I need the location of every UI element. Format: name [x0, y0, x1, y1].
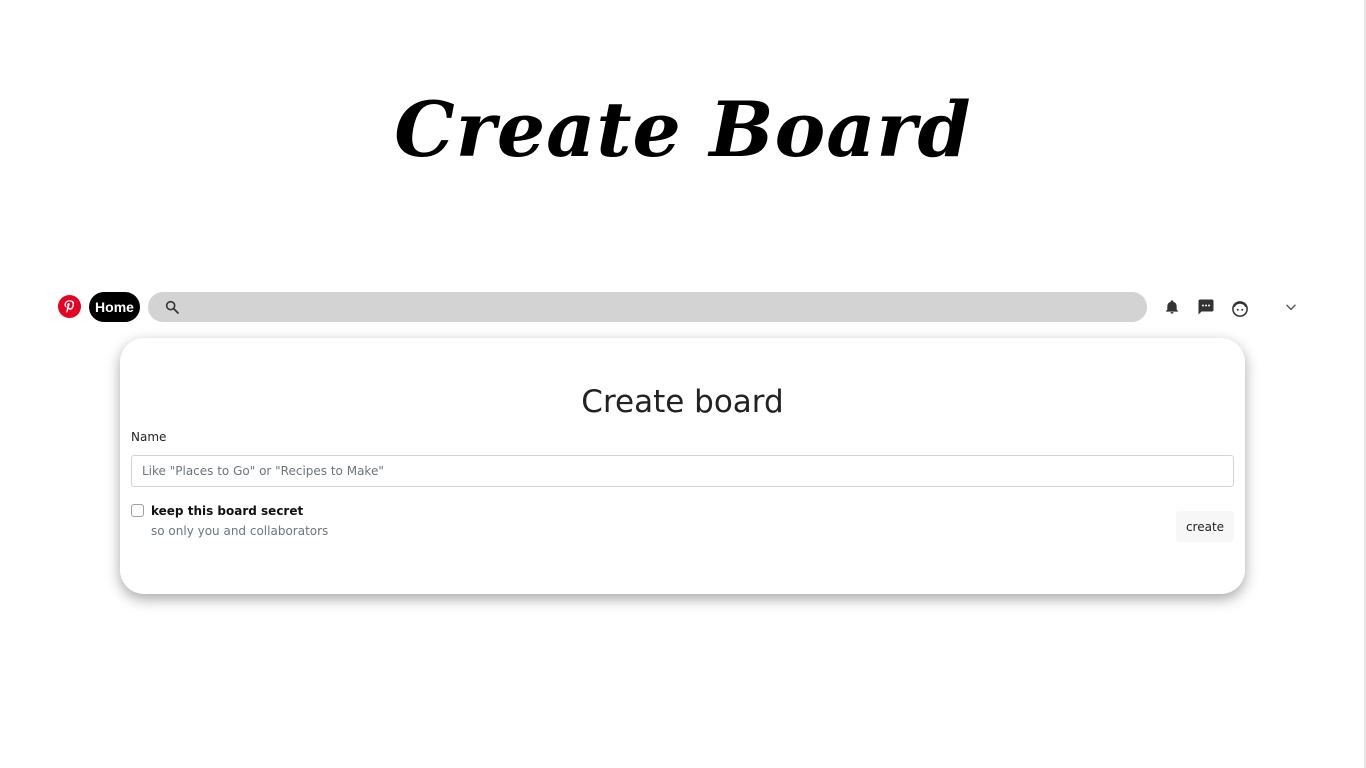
chevron-down-glyph: [1286, 304, 1296, 311]
search-icon: [165, 300, 179, 314]
board-name-input[interactable]: [131, 455, 1234, 487]
search-input[interactable]: [190, 292, 1134, 324]
create-button[interactable]: create: [1176, 511, 1234, 542]
secret-description: so only you and collaborators: [151, 524, 329, 538]
pinterest-logo-glyph: [64, 300, 75, 313]
modal-title: Create board: [581, 384, 784, 420]
profile-face-icon[interactable]: [1230, 299, 1250, 319]
search-bar[interactable]: [148, 292, 1147, 324]
name-label: Name: [131, 430, 167, 444]
bell-glyph: [1166, 300, 1178, 314]
secret-label: keep this board secret: [151, 504, 304, 518]
profile-face-glyph: [1232, 301, 1248, 317]
create-board-modal: Create board Name keep this board secret…: [120, 338, 1245, 594]
message-icon[interactable]: [1196, 297, 1216, 317]
home-button[interactable]: Home: [89, 292, 140, 322]
chevron-down-icon[interactable]: [1281, 297, 1301, 317]
slide: Create Board Home Create board Name Like…: [0, 0, 1366, 768]
top-navbar: Home: [56, 290, 1306, 324]
bell-icon[interactable]: [1162, 297, 1182, 317]
slide-title: Create Board: [394, 85, 972, 174]
pinterest-logo-icon[interactable]: [58, 295, 81, 318]
message-glyph: [1198, 299, 1214, 315]
secret-checkbox[interactable]: [131, 504, 144, 517]
